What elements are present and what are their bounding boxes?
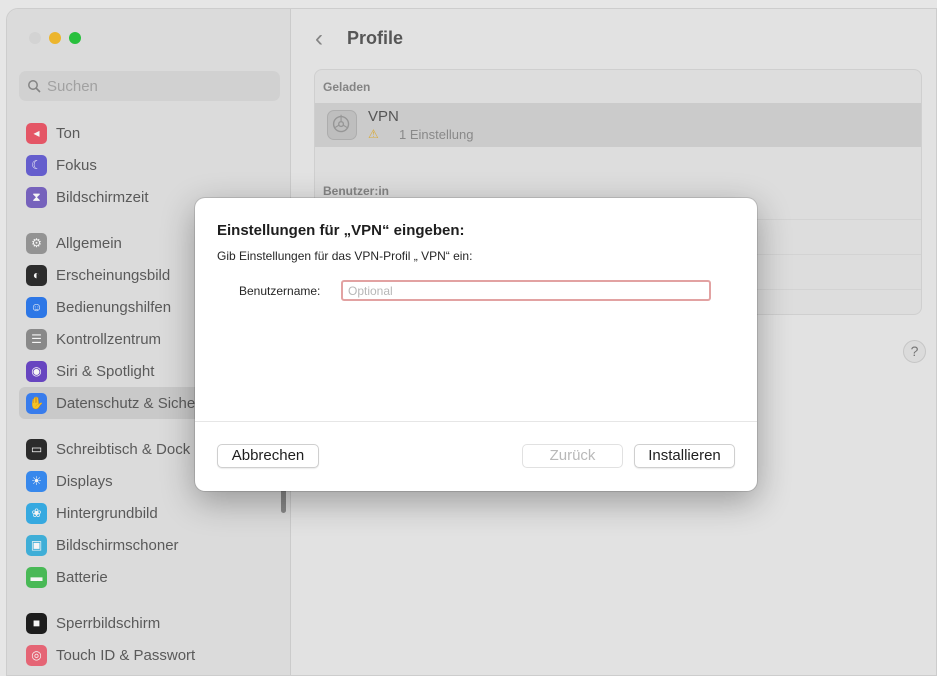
install-button[interactable]: Installieren [634,444,735,468]
cancel-button[interactable]: Abbrechen [217,444,319,468]
back-button[interactable]: Zurück [522,444,623,468]
dialog-subtitle: Gib Einstellungen für das VPN-Profil „ V… [217,249,473,263]
vpn-settings-dialog: Einstellungen für „VPN“ eingeben: Gib Ei… [195,198,757,491]
username-input[interactable] [341,280,711,301]
dialog-divider [195,421,757,422]
username-label: Benutzername: [239,284,321,298]
dialog-title: Einstellungen für „VPN“ eingeben: [217,222,465,239]
